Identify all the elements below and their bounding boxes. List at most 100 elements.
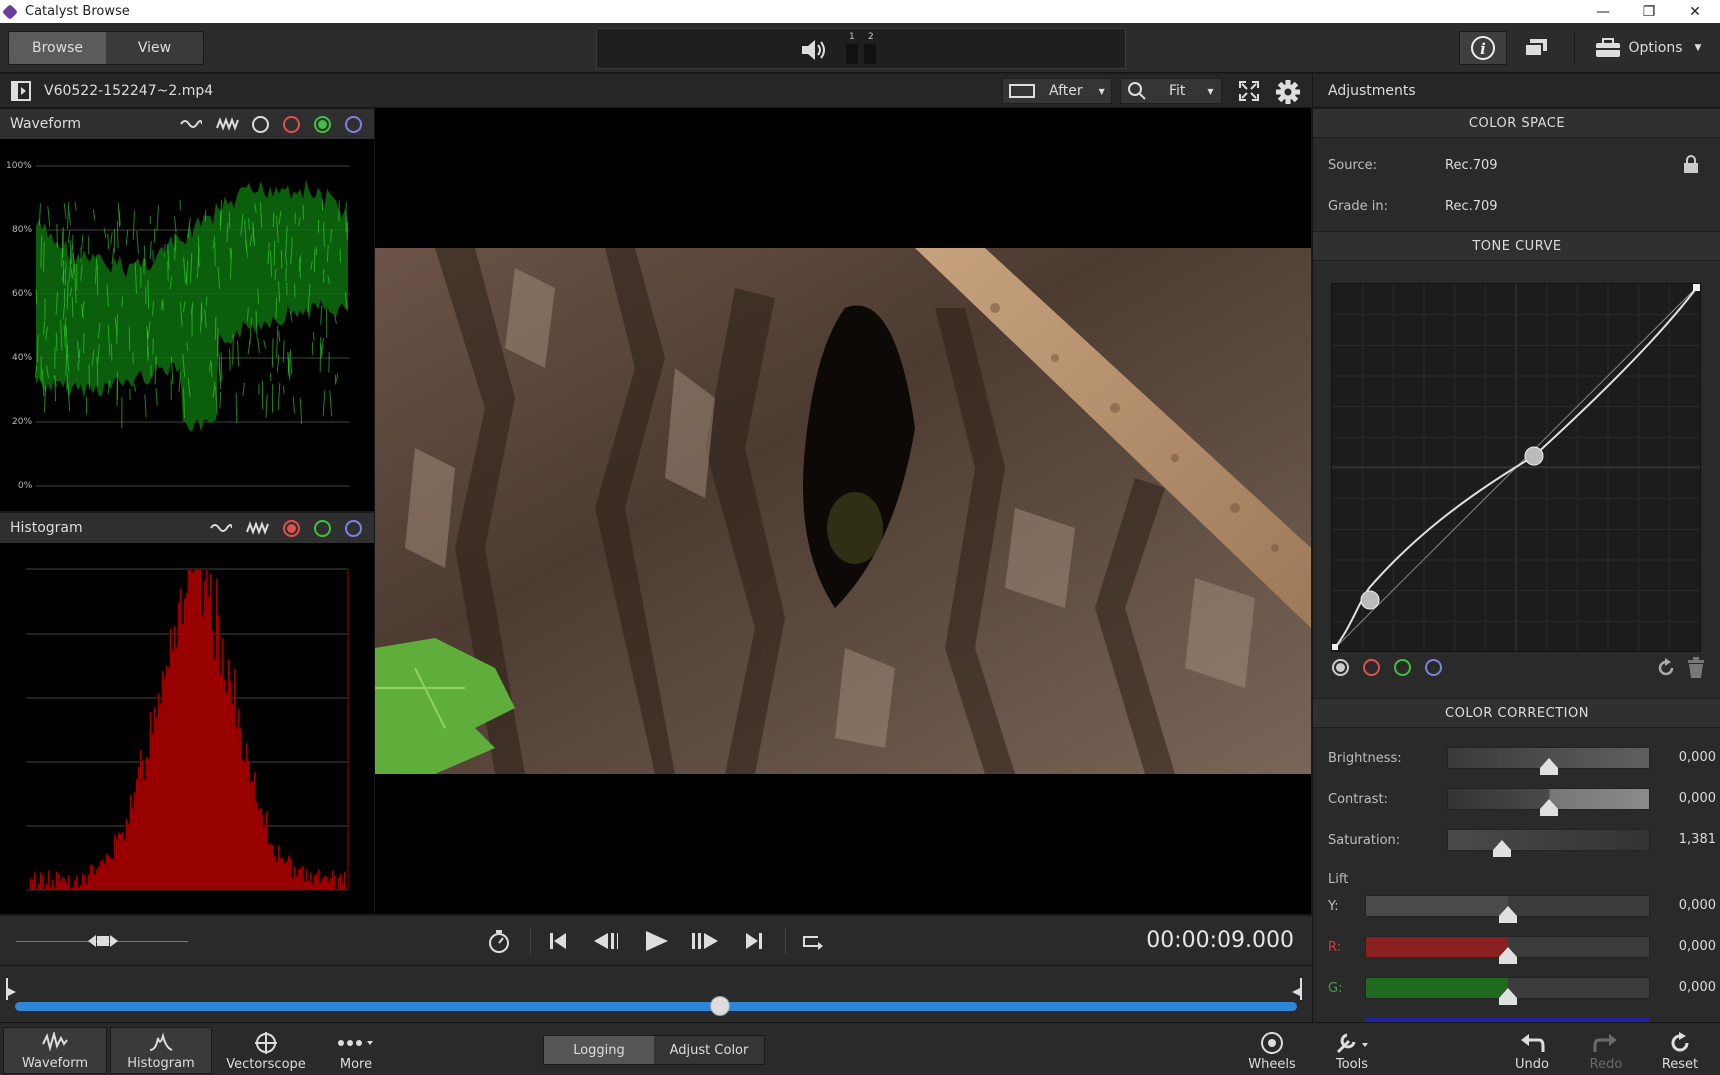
histogram-parade-icon[interactable] <box>210 521 232 535</box>
lift-r-value[interactable]: 0,000 <box>1656 939 1716 954</box>
step-forward-icon[interactable] <box>690 928 718 954</box>
curve-reset-icon[interactable] <box>1655 657 1677 679</box>
tone-curve-editor[interactable] <box>1331 283 1701 652</box>
top-toolbar: Browse View 1 2 i Options ▼ <box>0 23 1720 73</box>
in-point-marker-icon[interactable] <box>6 978 18 1000</box>
play-icon[interactable] <box>640 928 668 954</box>
brightness-value[interactable]: 0,000 <box>1656 750 1716 765</box>
view-mode-select[interactable]: After ▼ <box>1002 78 1112 104</box>
meter-label-1: 1 <box>849 32 855 42</box>
shuttle-handle-icon[interactable] <box>88 933 118 949</box>
contrast-slider[interactable] <box>1447 788 1650 816</box>
tools-button[interactable]: Tools <box>1322 1027 1382 1074</box>
curve-point-shadows[interactable] <box>1360 590 1380 610</box>
brightness-slider[interactable] <box>1447 747 1650 775</box>
timeline-playhead[interactable] <box>710 996 731 1016</box>
histogram-overlay-icon[interactable] <box>246 520 270 536</box>
histogram-red-toggle[interactable] <box>283 520 300 537</box>
lift-r-thumb[interactable] <box>1499 947 1517 964</box>
histogram-green-toggle[interactable] <box>314 520 331 537</box>
reset-button-label: Reset <box>1661 1057 1699 1072</box>
options-button[interactable]: Options ▼ <box>1588 31 1708 65</box>
windows-button[interactable] <box>1516 31 1556 65</box>
waveform-blue-toggle[interactable] <box>345 116 362 133</box>
info-button[interactable]: i <box>1459 31 1507 65</box>
zoom-select[interactable]: Fit ▼ <box>1120 78 1222 104</box>
brightness-thumb[interactable] <box>1539 758 1558 775</box>
go-to-end-icon[interactable] <box>740 928 768 954</box>
transport-divider-2 <box>785 928 786 954</box>
curve-green-toggle[interactable] <box>1394 659 1411 676</box>
meter-label-2: 2 <box>868 32 874 42</box>
lift-y-value[interactable]: 0,000 <box>1656 898 1716 913</box>
waveform-button[interactable]: Waveform <box>3 1027 107 1074</box>
undo-button[interactable]: Undo <box>1502 1027 1562 1074</box>
lift-g-slider[interactable] <box>1365 977 1650 1005</box>
trash-icon[interactable] <box>1686 657 1706 679</box>
waveform-green-toggle[interactable] <box>314 116 331 133</box>
panel-toggle-icon[interactable] <box>11 81 31 101</box>
timeline <box>0 966 1312 1022</box>
view-tab[interactable]: View <box>106 32 203 64</box>
histogram-button[interactable]: Histogram <box>110 1027 212 1074</box>
curve-blue-toggle[interactable] <box>1425 659 1442 676</box>
reset-button[interactable]: Reset <box>1650 1027 1710 1074</box>
histogram-blue-toggle[interactable] <box>345 520 362 537</box>
waveform-trace <box>34 165 350 487</box>
contrast-label: Contrast: <box>1328 792 1388 807</box>
speaker-icon[interactable] <box>800 39 828 61</box>
adjust-color-tab[interactable]: Adjust Color <box>654 1036 764 1064</box>
contrast-value[interactable]: 0,000 <box>1656 791 1716 806</box>
lift-b-slider[interactable] <box>1365 1018 1650 1022</box>
waveform-parade-icon[interactable] <box>180 117 202 131</box>
lift-g-value[interactable]: 0,000 <box>1656 980 1716 995</box>
saturation-thumb[interactable] <box>1493 840 1512 857</box>
lift-r-slider[interactable] <box>1365 936 1650 964</box>
lock-icon[interactable] <box>1683 154 1699 174</box>
source-value[interactable]: Rec.709 <box>1445 158 1498 173</box>
out-point-marker-icon[interactable] <box>1290 978 1302 1000</box>
wheels-button[interactable]: Wheels <box>1242 1027 1302 1074</box>
lift-y-label: Y: <box>1328 899 1339 914</box>
redo-button[interactable]: Redo <box>1576 1027 1636 1074</box>
undo-icon <box>1521 1034 1545 1052</box>
gear-icon[interactable] <box>1275 79 1301 105</box>
lift-y-thumb[interactable] <box>1499 906 1517 923</box>
restore-button[interactable]: ❐ <box>1626 0 1672 23</box>
contrast-thumb[interactable] <box>1539 799 1558 816</box>
tone-curve-graph <box>1332 284 1700 651</box>
grade-in-value[interactable]: Rec.709 <box>1445 199 1498 214</box>
lift-g-thumb[interactable] <box>1499 988 1517 1005</box>
lift-y-slider[interactable] <box>1365 895 1650 923</box>
waveform-overlay-icon[interactable] <box>216 116 240 132</box>
waveform-red-toggle[interactable] <box>283 116 300 133</box>
more-button[interactable]: More <box>325 1027 387 1074</box>
vectorscope-button-label: Vectorscope <box>226 1057 306 1072</box>
adjustments-header: Adjustments <box>1313 74 1720 108</box>
redo-icon <box>1593 1034 1617 1052</box>
curve-red-toggle[interactable] <box>1363 659 1380 676</box>
video-viewer[interactable] <box>375 108 1311 914</box>
saturation-slider[interactable] <box>1447 829 1650 857</box>
minimize-button[interactable]: — <box>1580 0 1626 23</box>
toolbox-icon <box>1595 38 1620 57</box>
fullscreen-icon[interactable] <box>1238 80 1260 102</box>
timer-icon[interactable] <box>485 928 513 954</box>
waveform-luma-toggle[interactable] <box>252 116 269 133</box>
saturation-value[interactable]: 1,381 <box>1656 832 1716 847</box>
go-to-start-icon[interactable] <box>544 928 572 954</box>
saturation-label: Saturation: <box>1328 833 1401 848</box>
logging-tab[interactable]: Logging <box>544 1036 654 1064</box>
curve-point-black[interactable] <box>1332 644 1338 650</box>
browse-tab[interactable]: Browse <box>9 32 106 64</box>
curve-point-white[interactable] <box>1693 284 1700 291</box>
loop-icon[interactable] <box>798 928 826 954</box>
curve-luma-toggle[interactable] <box>1332 659 1349 676</box>
curve-point-midtones[interactable] <box>1524 446 1544 466</box>
close-button[interactable]: ✕ <box>1672 0 1718 23</box>
timeline-track[interactable] <box>15 1002 1297 1011</box>
toolbar-divider <box>1574 31 1575 65</box>
step-back-icon[interactable] <box>590 928 618 954</box>
window-title: Catalyst Browse <box>25 4 130 19</box>
vectorscope-button[interactable]: Vectorscope <box>220 1027 312 1074</box>
